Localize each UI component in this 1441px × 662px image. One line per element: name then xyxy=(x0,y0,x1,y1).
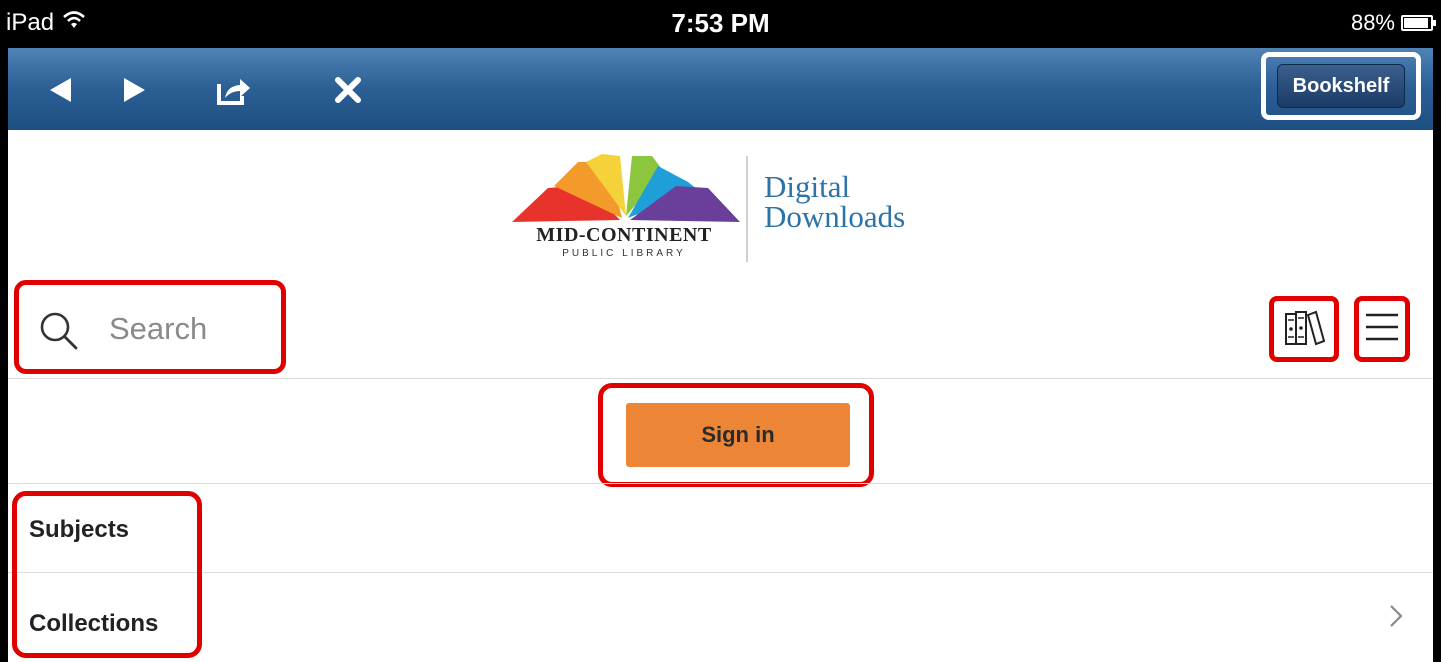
search-input[interactable] xyxy=(109,311,279,347)
logo-brand-subtitle: PUBLIC LIBRARY xyxy=(562,248,686,259)
back-arrow-icon[interactable] xyxy=(38,68,82,112)
bookshelf-icon-highlight xyxy=(1269,296,1339,362)
search-icon[interactable] xyxy=(39,311,79,356)
menu-icon-highlight xyxy=(1354,296,1410,362)
menu-hamburger-icon[interactable] xyxy=(1364,309,1400,350)
close-icon[interactable] xyxy=(326,68,370,112)
status-right: 88% xyxy=(1350,10,1436,36)
open-book-logo-icon xyxy=(512,154,740,222)
divider xyxy=(8,378,1433,379)
bookshelf-books-icon[interactable] xyxy=(1283,306,1326,353)
bookshelf-highlight: Bookshelf xyxy=(1261,52,1421,120)
forward-arrow-icon[interactable] xyxy=(113,68,157,112)
status-time: 7:53 PM xyxy=(671,8,770,38)
sign-in-highlight: Sign in xyxy=(598,383,874,487)
battery-percent: 88% xyxy=(1350,10,1395,35)
browser-toolbar: Bookshelf xyxy=(8,48,1433,130)
library-logo[interactable]: MID-CONTINENT PUBLIC LIBRARY Digital Dow… xyxy=(508,152,948,272)
battery-icon xyxy=(1401,15,1436,31)
sign-in-button[interactable]: Sign in xyxy=(626,403,850,467)
logo-brand-name: MID-CONTINENT xyxy=(536,224,712,246)
bookshelf-button[interactable]: Bookshelf xyxy=(1277,64,1405,108)
share-icon[interactable] xyxy=(212,68,256,112)
page-content: MID-CONTINENT PUBLIC LIBRARY Digital Dow… xyxy=(8,130,1433,662)
logo-product-line2: Downloads xyxy=(764,199,906,234)
logo-divider xyxy=(746,156,748,262)
logo-product-name: Digital Downloads xyxy=(764,169,906,234)
search-highlight xyxy=(14,280,286,374)
divider xyxy=(8,483,1433,484)
menu-items-highlight xyxy=(12,491,202,658)
divider xyxy=(8,572,1433,573)
logo-product-line1: Digital xyxy=(764,169,851,204)
status-bar: iPad 7:53 PM 88% xyxy=(0,0,1441,48)
chevron-right-icon[interactable] xyxy=(1389,604,1403,633)
